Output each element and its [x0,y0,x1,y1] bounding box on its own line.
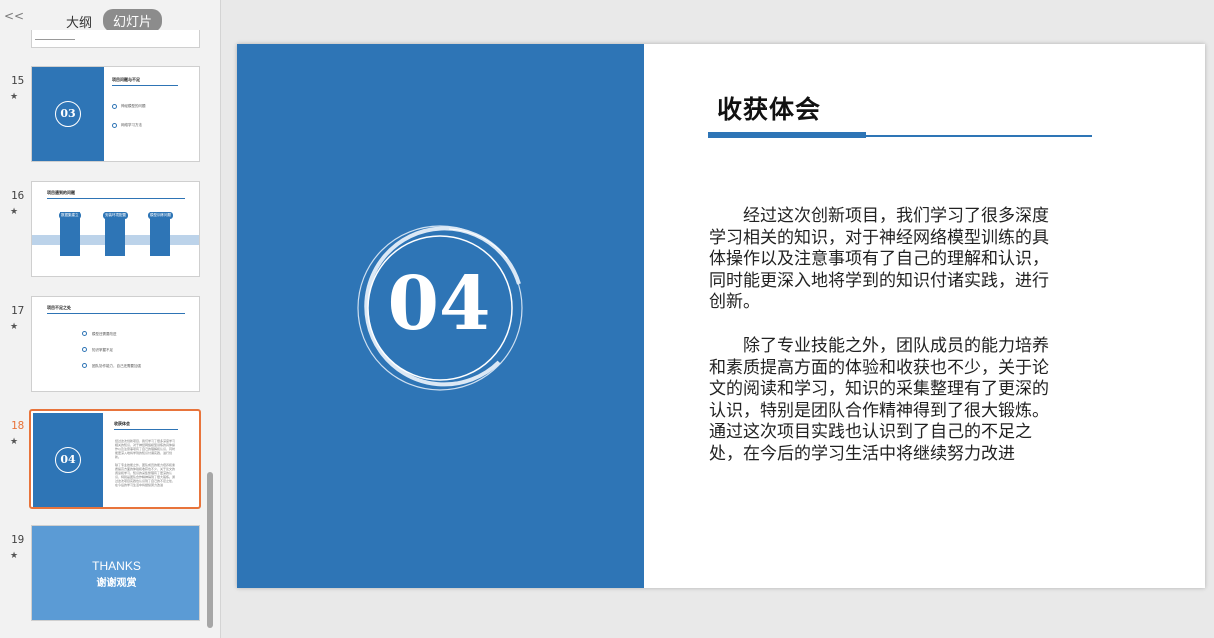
thumb-title: 项目不足之处 [47,305,71,310]
slide-canvas[interactable]: 04 收获体会 经过这次创新项目，我们学习了很多深度学习相关的知识，对于神经网络… [237,44,1205,588]
slide-thumbnail-panel: << 大纲 幻灯片 15 ★ 03 项目问题与不足 神经模型的问题 网络学习方法… [0,0,221,638]
star-icon: ★ [10,322,19,332]
thumb-bullet-icon [112,104,117,109]
thumb-item: 神经模型的问题 [121,104,146,108]
thumb-item: 知识掌握不足 [92,348,113,352]
thumb-number: 03 [55,101,81,127]
slide-number: 19 [11,533,25,546]
collapse-panel-icon[interactable]: << [4,9,24,23]
thumb-bullet-icon [82,363,87,368]
slide-number: 16 [11,189,25,202]
slide-thumbnail-19[interactable]: THANKS 谢谢观赏 [31,525,200,621]
thumb-item: 团队协作能力，自己还需要加强 [92,364,141,368]
thumb-thanks-cn: 谢谢观赏 [96,578,137,589]
title-underline-thin [866,135,1092,137]
slide-paragraph-2: 除了专业技能之外，团队成员的能力培养和素质提高方面的体验和收获也不少，关于论文的… [709,336,1049,464]
star-icon: ★ [10,437,19,447]
thumb-item: 安装环境配置 [103,212,128,219]
slide-number: 17 [11,304,25,317]
thumb-item: 模型还需要改进 [92,332,117,336]
thumb-title-line [112,85,178,86]
slide-paragraph-1: 经过这次创新项目，我们学习了很多深度学习相关的知识，对于神经网络模型训练的具体操… [709,206,1049,312]
star-icon: ★ [10,207,19,217]
slide-number: 18 [11,419,25,432]
star-icon: ★ [10,551,19,561]
thumb-item: 模型训练问题 [148,212,173,219]
thumb-item: 网络学习方法 [121,123,142,127]
section-number: 04 [387,261,491,347]
thumb-title-line [47,198,185,199]
thumb-title-line [47,313,185,314]
slide-thumbnail-15[interactable]: 03 项目问题与不足 神经模型的问题 网络学习方法 [31,66,200,162]
tab-slides[interactable]: 幻灯片 [103,9,163,32]
slide-title: 收获体会 [717,95,822,124]
slide-thumbnail-partial[interactable] [31,30,200,48]
thumb-title: 项目遇到的问题 [47,190,75,195]
thumb-title-line [114,429,178,430]
slide-number: 15 [11,74,25,87]
title-underline-thick [708,132,866,138]
thumb-bullet-icon [82,331,87,336]
thumb-item: 数据集建立 [59,212,81,219]
thumb-number: 04 [55,447,81,473]
thumb-bullet-icon [112,123,117,128]
thumb-paragraph: 除了专业技能之外，团队成员的能力培养和素质提高方面的体验和收获也不少，关于论文的… [115,463,176,487]
thumb-title: 项目问题与不足 [112,77,140,82]
thumb-title: 收获体会 [114,421,130,426]
scrollbar-thumb[interactable] [207,472,213,628]
thumb-paragraph: 经过这次创新项目，我们学习了很多深度学习相关的知识，对于神经网络模型训练的具体操… [115,439,176,459]
slide-thumbnail-18[interactable]: 04 收获体会 经过这次创新项目，我们学习了很多深度学习相关的知识，对于神经网络… [29,409,201,509]
slide-blue-panel: 04 [237,44,644,588]
thumb-bullet-icon [82,347,87,352]
star-icon: ★ [10,92,19,102]
slide-thumbnail-17[interactable]: 项目不足之处 模型还需要改进 知识掌握不足 团队协作能力，自己还需要加强 [31,296,200,392]
thumb-thanks-en: THANKS [92,559,141,573]
slide-thumbnail-16[interactable]: 项目遇到的问题 数据集建立 安装环境配置 模型训练问题 [31,181,200,277]
